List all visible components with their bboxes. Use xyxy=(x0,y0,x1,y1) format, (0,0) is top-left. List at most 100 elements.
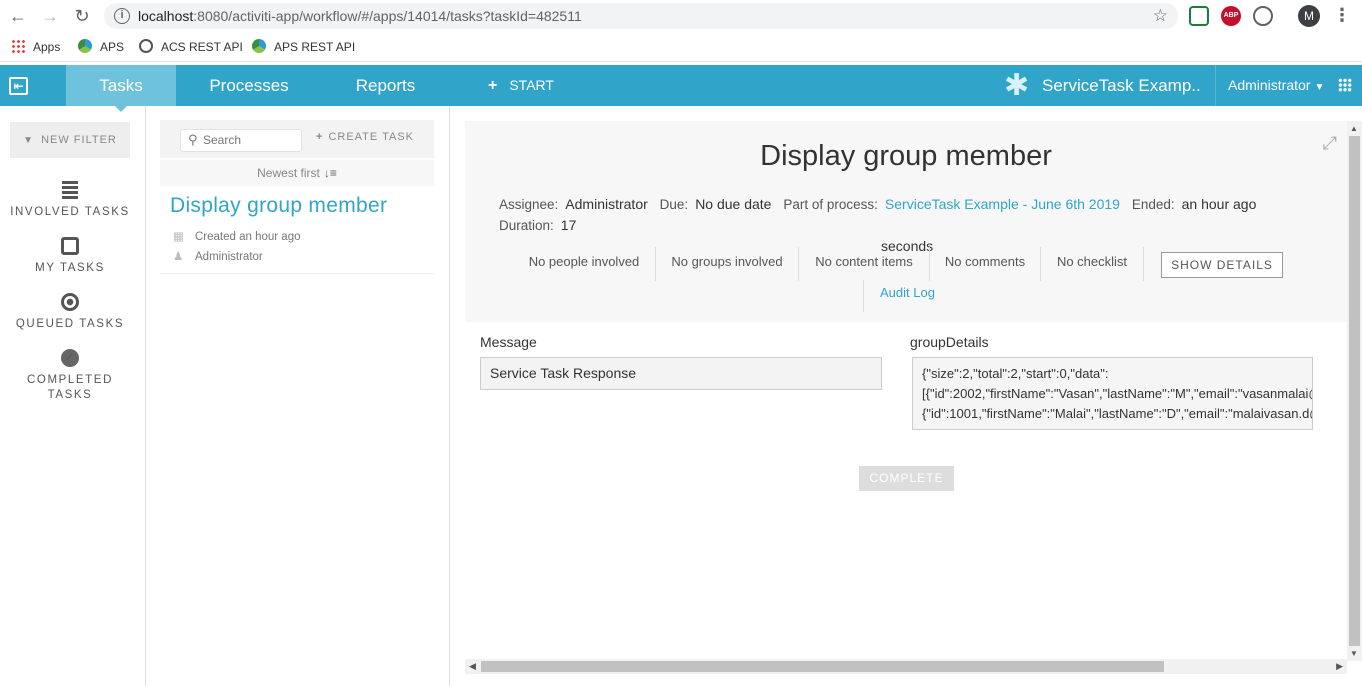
search-input[interactable] xyxy=(203,133,298,147)
tab-processes[interactable]: Processes xyxy=(190,65,308,106)
task-list-toolbar: ⚲ + CREATE TASK xyxy=(160,120,434,158)
browser-toolbar: ← → ↻ i localhost:8080/activiti-app/work… xyxy=(0,0,1362,32)
bookmark-star-icon[interactable]: ☆ xyxy=(1153,6,1168,26)
filter-label: QUEUED TASKS xyxy=(15,318,125,330)
bookmark-aps-rest-api[interactable]: APS REST API xyxy=(252,39,355,54)
show-details-button[interactable]: SHOW DETAILS xyxy=(1161,252,1283,278)
complete-button[interactable]: COMPLETE xyxy=(859,466,954,491)
due-label: Due: xyxy=(659,197,689,212)
audit-log-link[interactable]: Audit Log xyxy=(863,280,935,312)
task-list-item[interactable]: Display group member ▦ Created an hour ag… xyxy=(160,186,434,274)
aps-logo-icon xyxy=(252,39,266,53)
app-title: ServiceTask Examp... xyxy=(1042,76,1202,95)
bookmark-aps[interactable]: APS xyxy=(78,39,124,54)
sort-toggle[interactable]: Newest first ↓≡ xyxy=(160,160,434,186)
process-link[interactable]: ServiceTask Example - June 6th 2019 xyxy=(885,196,1120,212)
start-label: START xyxy=(509,77,554,93)
message-field[interactable]: Service Task Response xyxy=(480,357,882,390)
url-path: :8080/activiti-app/workflow/#/apps/14014… xyxy=(193,8,582,24)
task-created: Created an hour ago xyxy=(195,231,301,243)
task-name: Display group member xyxy=(170,194,388,217)
comments-count[interactable]: No comments xyxy=(930,247,1041,281)
address-bar[interactable]: i localhost:8080/activiti-app/workflow/#… xyxy=(104,3,1178,29)
search-box[interactable]: ⚲ xyxy=(180,129,302,152)
dark-mode-extension-icon[interactable] xyxy=(1253,6,1273,26)
aps-logo-icon xyxy=(78,39,92,53)
sort-descending-icon: ↓≡ xyxy=(323,166,337,180)
content-items[interactable]: No content items xyxy=(799,247,930,281)
scroll-down-icon[interactable]: ▼ xyxy=(1350,649,1358,658)
ended-value: an hour ago xyxy=(1181,196,1257,212)
task-assignee: Administrator xyxy=(195,251,263,263)
task-title: Display group member xyxy=(760,140,1052,172)
duration-value: 17 xyxy=(560,217,577,233)
message-label: Message xyxy=(480,334,537,350)
checklist-count[interactable]: No checklist xyxy=(1041,247,1144,281)
bookmark-apps[interactable]: Apps xyxy=(11,39,60,54)
involved-tasks-icon xyxy=(62,181,78,199)
tab-reports[interactable]: Reports xyxy=(338,65,433,106)
app-header: ⇤ Tasks Processes Reports + START ✱ Servi… xyxy=(0,65,1362,112)
funnel-icon: ▼ xyxy=(23,135,35,146)
url-host: localhost xyxy=(138,8,194,24)
scroll-right-icon[interactable]: ▶ xyxy=(1336,661,1343,672)
vertical-scroll-thumb[interactable] xyxy=(1349,136,1360,646)
task-detail-header: ⤢ Display group member Assignee: Administ… xyxy=(465,121,1347,322)
bookmarks-bar: Apps APS ACS REST API APS REST API xyxy=(0,32,1362,62)
user-menu[interactable]: Administrator ▼ xyxy=(1215,65,1324,106)
browser-menu-icon[interactable]: ⋮ xyxy=(1333,5,1351,26)
bookmark-acs-rest-api[interactable]: ACS REST API xyxy=(139,39,243,54)
bookmark-label: APS REST API xyxy=(274,40,356,54)
plus-icon: + xyxy=(488,77,498,94)
filter-label: INVOLVED TASKS xyxy=(10,206,130,218)
create-task-label: CREATE TASK xyxy=(328,131,415,143)
back-arrow-icon[interactable]: ← xyxy=(8,6,28,26)
groups-involved[interactable]: No groups involved xyxy=(656,247,799,281)
filter-label: COMPLETED TASKS xyxy=(27,374,113,401)
group-details-label: groupDetails xyxy=(910,334,989,350)
inbox-icon xyxy=(61,237,79,255)
start-button[interactable]: + START xyxy=(488,65,554,106)
group-details-field[interactable]: {"size":2,"total":2,"start":0,"data": [{… xyxy=(912,357,1313,430)
user-name: Administrator xyxy=(1228,77,1311,93)
url-text[interactable]: localhost:8080/activiti-app/workflow/#/a… xyxy=(138,8,582,24)
horizontal-scroll-thumb[interactable] xyxy=(481,661,1164,672)
scroll-up-icon[interactable]: ▲ xyxy=(1350,124,1358,133)
reload-icon[interactable]: ↻ xyxy=(72,6,92,26)
scroll-left-icon[interactable]: ◀ xyxy=(469,661,476,672)
process-label: Part of process: xyxy=(783,197,878,212)
profile-avatar[interactable]: M xyxy=(1298,5,1320,27)
horizontal-scrollbar[interactable]: ◀ ▶ xyxy=(465,659,1347,674)
forward-arrow-icon[interactable]: → xyxy=(40,6,60,26)
bookmark-label: ACS REST API xyxy=(161,40,243,54)
filter-my-tasks[interactable]: MY TASKS xyxy=(0,237,140,276)
bookmark-label: APS xyxy=(100,40,125,54)
user-icon: ♟ xyxy=(173,251,184,263)
search-icon: ⚲ xyxy=(188,132,198,147)
filter-queued-tasks[interactable]: QUEUED TASKS xyxy=(0,293,140,332)
people-involved[interactable]: No people involved xyxy=(513,247,656,281)
evernote-extension-icon[interactable] xyxy=(1189,6,1209,26)
due-value[interactable]: No due date xyxy=(695,196,771,212)
filter-label: MY TASKS xyxy=(35,262,105,274)
assignee-label: Assignee: xyxy=(499,197,559,212)
info-icon[interactable]: i xyxy=(114,8,130,24)
create-task-button[interactable]: + CREATE TASK xyxy=(316,131,414,143)
chevron-down-icon: ▼ xyxy=(1314,82,1325,93)
bookmark-label: Apps xyxy=(33,40,61,54)
filter-involved-tasks[interactable]: INVOLVED TASKS xyxy=(0,181,140,220)
tab-tasks[interactable]: Tasks xyxy=(66,65,176,112)
target-icon xyxy=(61,293,79,311)
plus-icon: + xyxy=(316,131,324,143)
ended-label: Ended: xyxy=(1131,197,1175,212)
assignee-value[interactable]: Administrator xyxy=(565,196,647,212)
task-created-row: ▦ Created an hour ago xyxy=(173,229,301,243)
vertical-scrollbar[interactable]: ▲ ▼ xyxy=(1347,121,1362,661)
task-detail-panel: ⤢ Display group member Assignee: Administ… xyxy=(465,121,1347,661)
back-to-landing-icon[interactable]: ⇤ xyxy=(9,77,28,95)
globe-icon xyxy=(139,39,153,53)
app-grid-icon[interactable] xyxy=(1338,78,1352,92)
filter-completed-tasks[interactable]: ✓ COMPLETED TASKS xyxy=(0,349,140,403)
adblock-extension-icon[interactable]: ABP xyxy=(1221,6,1241,26)
new-filter-button[interactable]: ▼ NEW FILTER xyxy=(10,122,130,158)
